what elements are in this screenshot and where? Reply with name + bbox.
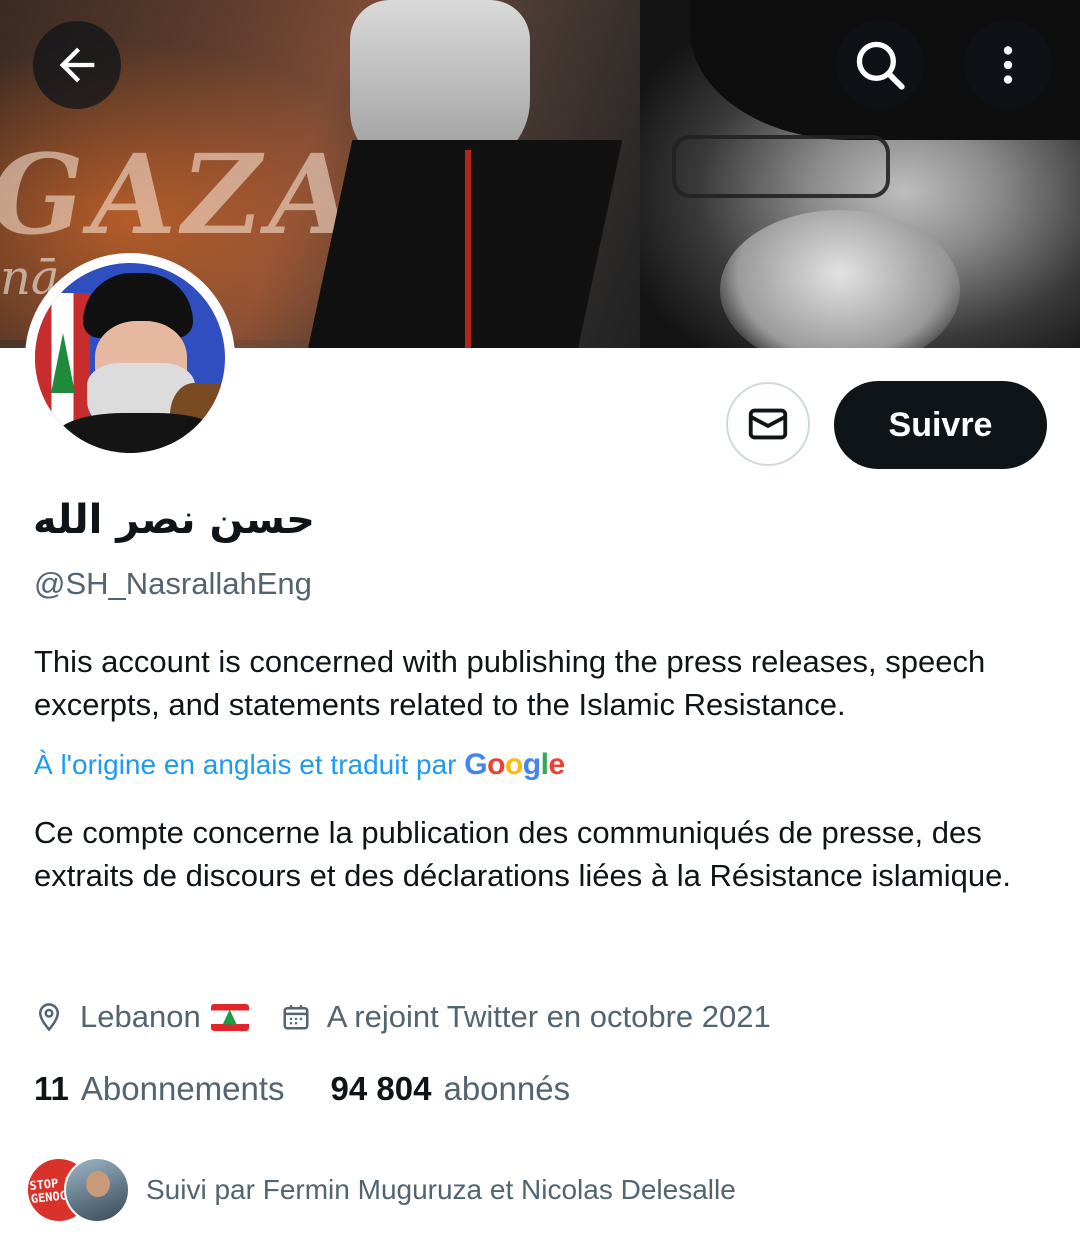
followers-count: 94 804 bbox=[330, 1070, 432, 1107]
profile-avatar[interactable] bbox=[25, 253, 235, 463]
banner-text: GAZA bbox=[0, 130, 371, 259]
avatar-photo bbox=[35, 263, 225, 453]
profile-meta: Lebanon A rejoint Twitter en octobre 202… bbox=[34, 994, 771, 1040]
following-count: 11 bbox=[34, 1070, 69, 1107]
user-handle: @SH_NasrallahEng bbox=[34, 566, 312, 601]
follow-counts: 11 Abonnements 94 804 abonnés bbox=[34, 1070, 570, 1108]
followers-label: abonnés bbox=[443, 1070, 571, 1107]
more-options-button[interactable] bbox=[964, 21, 1052, 109]
location-text: Lebanon bbox=[80, 999, 201, 1034]
banner-arm-stripe bbox=[465, 150, 471, 348]
more-vertical-icon bbox=[1003, 46, 1013, 84]
banner-glasses bbox=[672, 135, 890, 198]
followers-link[interactable]: 94 804 abonnés bbox=[331, 1070, 571, 1108]
joined-item: A rejoint Twitter en octobre 2021 bbox=[281, 999, 771, 1035]
lebanon-flag-icon bbox=[210, 1003, 249, 1031]
follower-avatar bbox=[64, 1157, 130, 1223]
avatar-robe bbox=[55, 413, 225, 453]
google-logo: Google bbox=[464, 748, 565, 781]
following-link[interactable]: 11 Abonnements bbox=[34, 1070, 285, 1108]
bio-original: This account is concerned with publishin… bbox=[34, 644, 986, 722]
translation-attribution[interactable]: À l'origine en anglais et traduit par Go… bbox=[34, 748, 565, 782]
back-button[interactable] bbox=[33, 21, 121, 109]
follow-button[interactable]: Suivre bbox=[834, 381, 1047, 469]
message-button[interactable] bbox=[726, 382, 810, 466]
mail-icon bbox=[748, 408, 788, 440]
following-label: Abonnements bbox=[80, 1070, 285, 1107]
calendar-icon bbox=[283, 1005, 309, 1030]
arrow-left-icon bbox=[59, 47, 95, 83]
followed-by[interactable]: STOP THE GENOCIDE Suivi par Fermin Mugur… bbox=[26, 1155, 736, 1225]
search-button[interactable] bbox=[836, 21, 924, 109]
translation-note: À l'origine en anglais et traduit par bbox=[34, 749, 457, 780]
location-item: Lebanon bbox=[34, 999, 249, 1035]
bio-translated: Ce compte concerne la publication des co… bbox=[34, 815, 1011, 893]
followed-by-text: Suivi par Fermin Muguruza et Nicolas Del… bbox=[146, 1174, 736, 1205]
search-icon bbox=[856, 41, 905, 90]
joined-text: A rejoint Twitter en octobre 2021 bbox=[326, 999, 771, 1034]
display-name: حسن نصر الله bbox=[33, 497, 316, 543]
location-pin-icon bbox=[38, 1003, 60, 1032]
